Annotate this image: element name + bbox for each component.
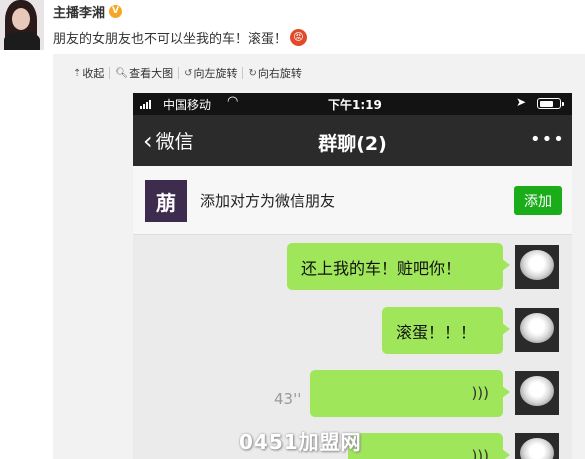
message-bubble[interactable]: 还上我的车！赃吧你！ (287, 243, 510, 290)
wifi-icon: ◠ (227, 94, 239, 109)
sender-avatar[interactable] (515, 245, 559, 289)
verified-badge-icon: V (109, 4, 123, 18)
voice-wave-icon: ))) (471, 447, 489, 459)
contact-avatar-glyph: 萠 (156, 190, 176, 215)
post-text: 朋友的女朋友也不可以坐我的车！滚蛋！ 😡 (53, 27, 308, 47)
rotate-left-icon: ↺ (184, 67, 193, 79)
post-body: 朋友的女朋友也不可以坐我的车！滚蛋！ (53, 31, 288, 47)
sender-avatar[interactable] (515, 433, 559, 459)
signal-icon (140, 100, 151, 109)
chat-screenshot[interactable]: 中国移动 ◠ 下午1:19 ➤ ‹ 微信 群聊(2) ••• 萠 添加对方为微信… (133, 93, 572, 459)
author-name[interactable]: 主播李湘 (53, 2, 105, 21)
rotate-right-icon: ↻ (248, 67, 257, 79)
rotate-left-label: 向左旋转 (193, 67, 238, 80)
sender-avatar[interactable] (515, 371, 559, 415)
collapse-label: 收起 (82, 67, 105, 80)
author-avatar[interactable] (0, 0, 44, 50)
collapse-arrow-icon: ⇡ (73, 67, 82, 79)
contact-avatar[interactable]: 萠 (145, 180, 187, 222)
rotate-left-button[interactable]: ↺ 向左旋转 (184, 65, 237, 81)
status-bar: 中国移动 ◠ 下午1:19 ➤ (133, 93, 572, 115)
magnifier-icon: 🔍︎ (115, 67, 129, 79)
chat-nav-bar: ‹ 微信 群聊(2) ••• (133, 115, 572, 166)
voice-message-bubble[interactable]: ))) (310, 370, 510, 417)
view-large-button[interactable]: 🔍︎ 查看大图 (115, 65, 173, 81)
angry-face-icon: 😡 (290, 28, 308, 46)
add-friend-text: 添加对方为微信朋友 (200, 192, 336, 210)
watermark: 0451加盟网 (239, 430, 362, 454)
toolbar-divider (109, 67, 111, 79)
voice-duration: 43'' (274, 390, 302, 408)
battery-icon (537, 98, 564, 109)
message-text: 还上我的车！赃吧你！ (301, 258, 462, 278)
sender-avatar[interactable] (515, 308, 559, 352)
rotate-right-button[interactable]: ↻ 向右旋转 (248, 65, 301, 81)
message-text: 滚蛋！！！ (396, 322, 477, 342)
add-friend-banner: 萠 添加对方为微信朋友 添加 (133, 166, 572, 235)
image-toolbar: ⇡ 收起 🔍︎ 查看大图 ↺ 向左旋转 ↻ 向右旋转 (73, 63, 302, 83)
message-bubble[interactable]: 滚蛋！！！ (382, 307, 510, 354)
voice-wave-icon: ))) (471, 384, 489, 402)
toolbar-divider (242, 67, 244, 79)
rotate-right-label: 向右旋转 (257, 67, 302, 80)
voice-message-bubble[interactable]: ))) (348, 433, 510, 459)
carrier-label: 中国移动 (163, 98, 212, 112)
collapse-button[interactable]: ⇡ 收起 (73, 65, 104, 81)
location-icon: ➤ (516, 95, 527, 109)
more-options-icon[interactable]: ••• (530, 129, 565, 150)
add-friend-button[interactable]: 添加 (514, 186, 562, 215)
chat-title: 群聊(2) (318, 133, 387, 155)
status-time: 下午1:19 (328, 98, 382, 112)
view-large-label: 查看大图 (129, 67, 174, 80)
toolbar-divider (178, 67, 180, 79)
post-author: 主播李湘 V (53, 2, 123, 21)
